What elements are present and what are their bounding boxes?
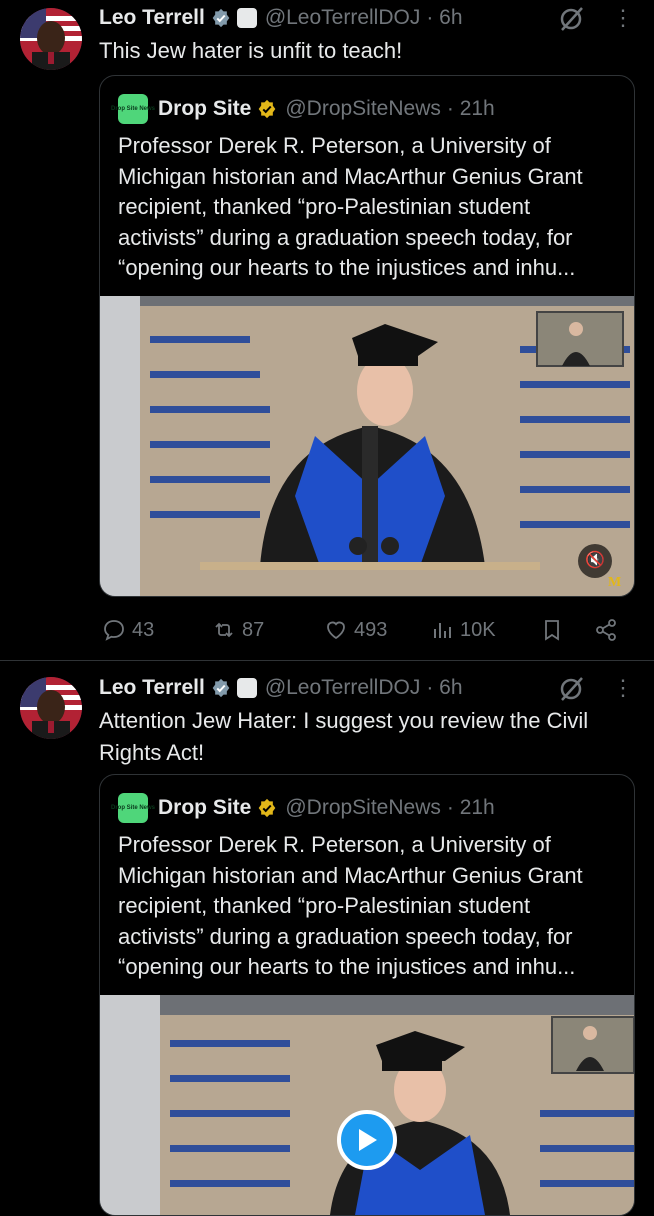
dropsite-logo: Drop Site News <box>111 94 155 124</box>
affiliation-icon[interactable] <box>236 678 257 698</box>
quoted-author-name[interactable]: Drop Site <box>158 97 251 121</box>
tweet-header: Leo Terrell @LeoTerrellDOJ · 6h <box>99 674 463 702</box>
play-button[interactable] <box>337 1110 397 1170</box>
tweet-time[interactable]: · 6h <box>426 676 462 700</box>
like-count: 493 <box>354 618 388 641</box>
svg-text:M: M <box>608 575 621 590</box>
reply-count: 43 <box>132 618 155 641</box>
verified-badge-icon <box>212 678 230 698</box>
quoted-tweet[interactable]: Drop Site News Drop Site @DropSiteNews ·… <box>99 75 635 597</box>
quoted-author-handle[interactable]: @DropSiteNews <box>285 796 441 820</box>
video-frame: M <box>100 296 634 596</box>
mute-icon[interactable]: 🔇 <box>578 544 612 578</box>
video-player[interactable] <box>100 995 634 1215</box>
quoted-author-handle[interactable]: @DropSiteNews <box>285 97 441 121</box>
quoted-tweet[interactable]: Drop Site News Drop Site @DropSiteNews ·… <box>99 774 635 1216</box>
affiliation-icon[interactable] <box>236 8 257 28</box>
more-icon[interactable]: ⋮ <box>612 676 634 700</box>
author-name[interactable]: Leo Terrell <box>99 676 205 700</box>
repost-icon <box>215 622 233 638</box>
gold-verified-badge-icon <box>259 798 276 818</box>
quoted-tweet-header: Drop Site News Drop Site @DropSiteNews ·… <box>111 92 495 126</box>
author-name[interactable]: Leo Terrell <box>99 6 205 30</box>
quoted-tweet-time: · 21h <box>446 97 495 120</box>
quoted-tweet-header: Drop Site News Drop Site @DropSiteNews ·… <box>111 791 495 825</box>
video-player[interactable]: M 🔇 <box>100 296 634 596</box>
bookmark-icon[interactable] <box>540 614 564 646</box>
repost-count: 87 <box>242 618 265 641</box>
play-icon <box>359 1129 377 1151</box>
quoted-author-name[interactable]: Drop Site <box>158 796 251 820</box>
author-avatar[interactable] <box>20 8 82 70</box>
tweet-header: Leo Terrell @LeoTerrellDOJ · 6h <box>99 4 463 32</box>
gold-verified-badge-icon <box>259 99 276 119</box>
views-icon <box>434 623 451 638</box>
tweet-actions: 43 87 493 10K <box>100 614 630 646</box>
quoted-tweet-text: Professor Derek R. Peterson, a Universit… <box>118 832 583 979</box>
grok-icon[interactable] <box>556 4 586 34</box>
grok-icon[interactable] <box>556 674 586 704</box>
more-icon[interactable]: ⋮ <box>612 6 634 30</box>
author-avatar[interactable] <box>20 677 82 739</box>
verified-badge-icon <box>212 8 230 28</box>
like-button[interactable]: 493 <box>324 614 387 646</box>
author-handle[interactable]: @LeoTerrellDOJ <box>265 6 421 30</box>
tweet[interactable]: Leo Terrell @LeoTerrellDOJ · 6h ⋮ Attent… <box>0 661 654 1216</box>
tweet-time[interactable]: · 6h <box>426 6 462 30</box>
view-count: 10K <box>460 618 496 641</box>
share-icon[interactable] <box>594 614 618 646</box>
dropsite-logo: Drop Site News <box>111 793 155 823</box>
tweet-text: This Jew hater is unfit to teach! <box>99 38 403 63</box>
tweet-text: Attention Jew Hater: I suggest you revie… <box>99 708 589 765</box>
reply-button[interactable]: 43 <box>102 614 154 646</box>
tweet[interactable]: Leo Terrell @LeoTerrellDOJ · 6h ⋮ This J… <box>0 0 654 661</box>
repost-button[interactable]: 87 <box>212 614 264 646</box>
like-icon <box>327 621 345 640</box>
author-handle[interactable]: @LeoTerrellDOJ <box>265 676 421 700</box>
video-frame <box>100 995 634 1215</box>
quoted-tweet-time: · 21h <box>446 796 495 819</box>
views-button[interactable]: 10K <box>430 614 496 646</box>
reply-icon <box>104 620 124 641</box>
quoted-tweet-text: Professor Derek R. Peterson, a Universit… <box>118 133 583 280</box>
